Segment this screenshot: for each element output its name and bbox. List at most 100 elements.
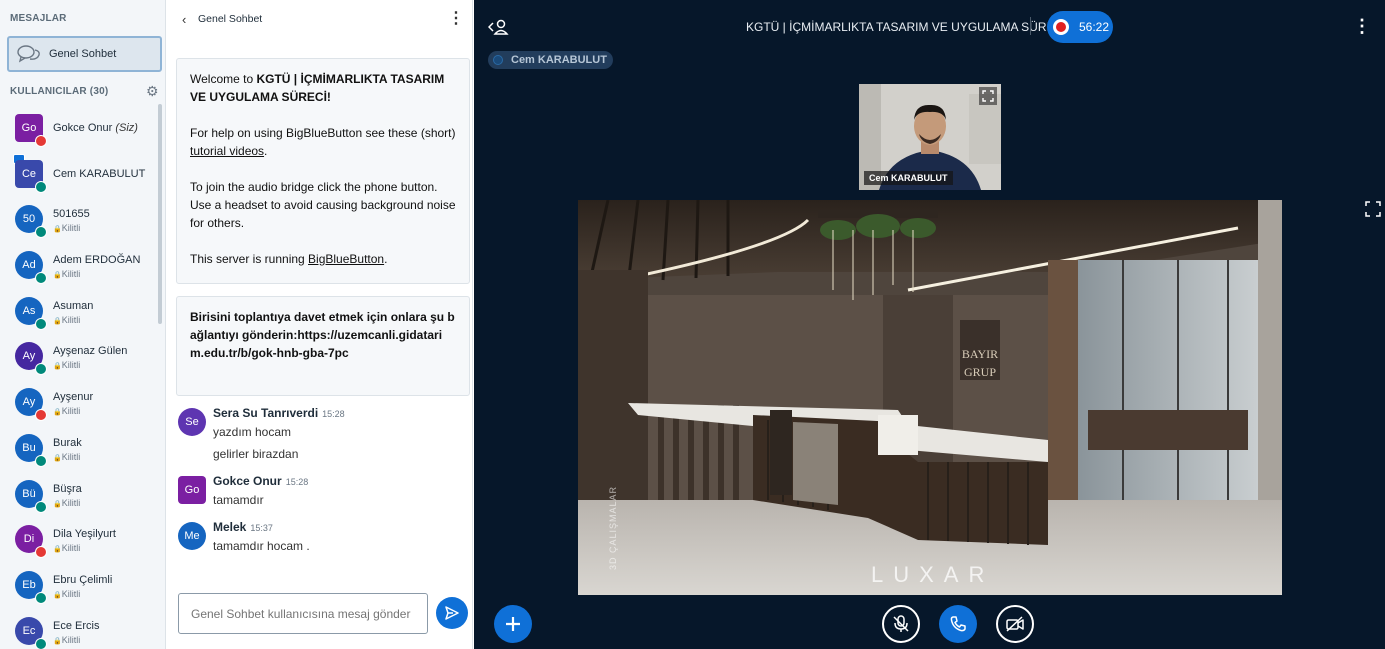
plus-icon: [506, 617, 520, 631]
user-status-text: Kilitli: [61, 269, 81, 280]
user-status-text: Kilitli: [61, 451, 81, 462]
user-name: Ece Ercis: [53, 619, 100, 632]
more-options-icon[interactable]: ⋮: [1353, 16, 1371, 37]
slide-sign-text: BAYIR: [962, 347, 998, 361]
chat-title[interactable]: Genel Sohbet: [198, 13, 262, 25]
mute-microphone-button[interactable]: [882, 605, 920, 643]
user-list-icon: [487, 19, 509, 35]
public-chat-label: Genel Sohbet: [49, 48, 117, 60]
headphones-icon: [35, 180, 47, 193]
leave-audio-button[interactable]: [939, 605, 977, 643]
actions-button[interactable]: [494, 605, 532, 643]
user-list-item[interactable]: As Asuman 🔒Kilitli: [0, 287, 158, 333]
user-list-item[interactable]: Ay Ayşenaz Gülen 🔒Kilitli: [0, 332, 158, 378]
microphone-muted-icon: [35, 135, 47, 147]
user-list-item[interactable]: Bu Burak 🔒Kilitli: [0, 424, 158, 470]
phone-icon: [950, 616, 966, 632]
message-sender: Sera Su Tanrıverdi: [213, 406, 319, 420]
avatar-initials: Se: [185, 416, 199, 428]
toggle-user-list-button[interactable]: [487, 18, 510, 41]
user-name-wrapper: 501655: [53, 208, 90, 220]
user-status: 🔒Kilitli: [53, 406, 80, 416]
message-text: tamamdır: [213, 493, 264, 507]
user-status: 🔒Kilitli: [53, 360, 80, 370]
user-name-wrapper: Asuman: [53, 300, 93, 312]
avatar: Se: [178, 408, 206, 436]
slide-vertical-text: 3D ÇALIŞMALAR: [608, 485, 618, 570]
message-sender: Melek: [213, 520, 247, 534]
lock-icon: 🔒: [53, 363, 62, 371]
user-list-item[interactable]: Ay Ayşenur 🔒Kilitli: [0, 378, 158, 424]
user-name-wrapper: Burak: [53, 437, 82, 449]
presentation-slide[interactable]: BAYIR GRUP LUXAR 3D ÇALIŞMALAR: [578, 200, 1282, 595]
user-status: 🔒Kilitli: [53, 452, 80, 462]
fullscreen-icon[interactable]: [979, 87, 997, 105]
lock-icon: 🔒: [53, 409, 62, 417]
avatar-initials: Go: [21, 122, 37, 134]
user-status-text: Kilitli: [61, 406, 81, 417]
send-message-button[interactable]: [436, 597, 468, 629]
chat-bubbles-icon: [17, 45, 40, 63]
welcome-message: Welcome to KGTÜ | İÇMİMARLIKTA TASARIM V…: [176, 58, 470, 284]
lock-icon: 🔒: [53, 226, 62, 234]
user-list-item[interactable]: Go Gokce Onur (Siz): [0, 104, 158, 150]
user-status: 🔒Kilitli: [53, 498, 80, 508]
headphones-icon: [35, 363, 47, 376]
lock-icon: 🔒: [53, 591, 62, 599]
user-list-panel: MESAJLAR Genel Sohbet KULLANICILAR (30) …: [0, 0, 166, 649]
send-icon: [445, 606, 459, 620]
chat-message-input[interactable]: [178, 593, 428, 634]
fullscreen-icon[interactable]: [1365, 201, 1381, 222]
public-chat-item[interactable]: Genel Sohbet: [7, 36, 162, 72]
message-text: gelirler birazdan: [213, 447, 299, 461]
svg-text:GRUP: GRUP: [964, 365, 996, 379]
user-name-wrapper: Ebru Çelimli: [53, 574, 112, 586]
user-list-item[interactable]: Eb Ebru Çelimli 🔒Kilitli: [0, 561, 158, 607]
welcome-line-2-pre: For help on using BigBlueButton see thes…: [190, 126, 456, 140]
user-name-wrapper: Gokce Onur (Siz): [53, 122, 138, 134]
recording-indicator[interactable]: 56:22: [1047, 11, 1113, 43]
record-icon: [1053, 19, 1069, 35]
user-status-text: Kilitli: [61, 360, 81, 371]
message-time: 15:28: [285, 477, 309, 487]
user-list-scrollbar[interactable]: [158, 104, 162, 324]
avatar-initials: Ce: [21, 167, 37, 180]
user-name: Ebru Çelimli: [53, 573, 113, 586]
welcome-line-4-post: .: [384, 252, 388, 266]
tutorial-videos-link[interactable]: tutorial videos: [190, 144, 264, 158]
more-options-icon[interactable]: ⋮: [448, 8, 464, 28]
talking-user-name: Cem KARABULUT: [511, 54, 607, 66]
user-name-wrapper: Cem KARABULUT: [53, 168, 145, 180]
welcome-line-2-post: .: [264, 144, 268, 158]
user-status-text: Kilitli: [61, 497, 81, 508]
messages-section-title: MESAJLAR: [10, 13, 67, 24]
bigbluebutton-link[interactable]: BigBlueButton: [308, 252, 384, 266]
chevron-left-icon[interactable]: ‹: [182, 12, 186, 27]
users-section-title: KULLANICILAR (30): [10, 86, 109, 97]
microphone-muted-icon: [35, 409, 47, 422]
headphones-icon: [35, 317, 47, 330]
message-text: yazdım hocam: [213, 425, 292, 439]
user-status-text: Kilitli: [61, 588, 81, 599]
user-list-item[interactable]: Ce Cem KARABULUT: [0, 150, 158, 196]
gear-icon[interactable]: ⚙: [146, 83, 159, 100]
webcam-video[interactable]: Cem KARABULUT: [859, 84, 1001, 190]
chat-header: ‹ Genel Sohbet ⋮: [166, 0, 473, 40]
meeting-title: KGTÜ | İÇMİMARLIKTA TASARIM VE UYGULAMA …: [746, 20, 1067, 34]
current-user-tag: (Siz): [115, 122, 138, 134]
microphone-muted-icon: [893, 615, 909, 632]
user-name-wrapper: Adem ERDOĞAN: [53, 254, 140, 266]
welcome-line-1-post: !: [326, 90, 331, 104]
share-webcam-button[interactable]: [996, 605, 1034, 643]
user-name-wrapper: Ece Ercis: [53, 620, 99, 632]
user-list-item[interactable]: Di Dila Yeşilyurt 🔒Kilitli: [0, 515, 158, 561]
talking-indicator[interactable]: Cem KARABULUT: [488, 51, 613, 69]
slide-image: BAYIR GRUP: [578, 200, 1282, 595]
user-list-item[interactable]: Bü Büşra 🔒Kilitli: [0, 470, 158, 516]
chat-panel: ‹ Genel Sohbet ⋮ Welcome to KGTÜ | İÇMİM…: [166, 0, 473, 649]
user-list-item[interactable]: Ec Ece Ercis 🔒Kilitli: [0, 607, 158, 649]
user-list-item[interactable]: 50 501655 🔒Kilitli: [0, 195, 158, 241]
user-status: 🔒Kilitli: [53, 223, 80, 233]
user-list-item[interactable]: Ad Adem ERDOĞAN 🔒Kilitli: [0, 241, 158, 287]
user-name: Cem KARABULUT: [53, 167, 146, 180]
